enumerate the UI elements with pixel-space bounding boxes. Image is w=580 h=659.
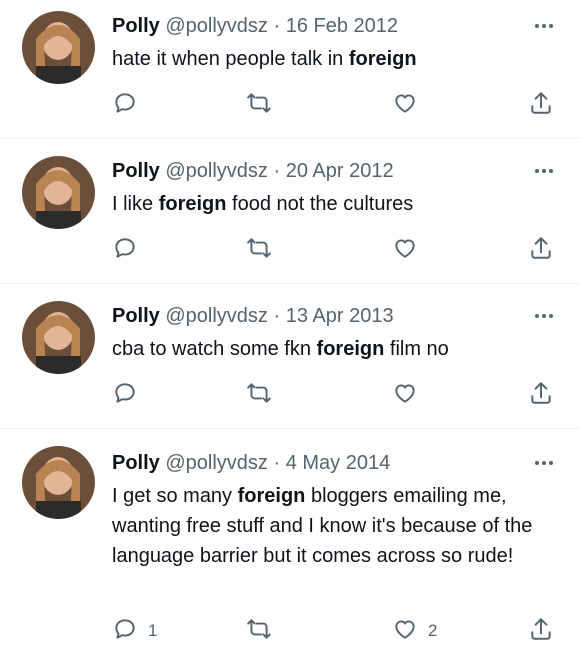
- like-count: 2: [428, 621, 438, 640]
- share-icon: [528, 235, 554, 266]
- tweet-text: I like foreign food not the cultures: [112, 193, 414, 215]
- tweet-actions: [112, 235, 560, 265]
- retweet-button[interactable]: [246, 235, 272, 265]
- tweet-header: Polly @pollyvdsz · 13 Apr 2013: [112, 304, 394, 328]
- reply-button[interactable]: 1: [112, 616, 157, 646]
- avatar[interactable]: [22, 446, 95, 519]
- retweet-icon: [246, 616, 272, 647]
- share-button[interactable]: [528, 90, 554, 120]
- display-name[interactable]: Polly: [112, 305, 160, 327]
- highlighted-word: foreign: [348, 48, 417, 70]
- separator: ·: [273, 160, 281, 182]
- share-button[interactable]: [528, 235, 554, 265]
- reply-icon: [112, 90, 138, 121]
- tweet[interactable]: Polly @pollyvdsz · 13 Apr 2013 cba to wa…: [0, 286, 580, 429]
- tweet-header: Polly @pollyvdsz · 20 Apr 2012: [112, 159, 394, 183]
- avatar[interactable]: [22, 156, 95, 229]
- like-icon: [392, 616, 418, 647]
- like-button[interactable]: [392, 235, 428, 265]
- tweet-header: Polly @pollyvdsz · 4 May 2014: [112, 451, 390, 475]
- tweet-header: Polly @pollyvdsz · 16 Feb 2012: [112, 14, 398, 38]
- like-button[interactable]: [392, 90, 428, 120]
- tweet-actions: 1 2: [112, 616, 560, 646]
- tweet-feed: Polly @pollyvdsz · 16 Feb 2012 hate it w…: [0, 0, 580, 659]
- tweet[interactable]: Polly @pollyvdsz · 4 May 2014 I get so m…: [0, 431, 580, 659]
- like-icon: [392, 90, 418, 121]
- like-button[interactable]: 2: [392, 616, 437, 646]
- tweet[interactable]: Polly @pollyvdsz · 20 Apr 2012 I like fo…: [0, 141, 580, 284]
- avatar[interactable]: [22, 11, 95, 84]
- tweet-date[interactable]: 16 Feb 2012: [286, 15, 398, 37]
- like-icon: [392, 380, 418, 411]
- display-name[interactable]: Polly: [112, 452, 160, 474]
- tweet-date[interactable]: 13 Apr 2013: [286, 305, 394, 327]
- retweet-button[interactable]: [246, 616, 272, 646]
- retweet-icon: [246, 90, 272, 121]
- handle[interactable]: @pollyvdsz: [165, 452, 268, 474]
- handle[interactable]: @pollyvdsz: [165, 305, 268, 327]
- highlighted-word: foreign: [237, 485, 306, 507]
- share-button[interactable]: [528, 616, 554, 646]
- share-icon: [528, 380, 554, 411]
- separator: ·: [273, 15, 281, 37]
- tweet-text: cba to watch some fkn foreign film no: [112, 338, 449, 360]
- tweet-actions: [112, 90, 560, 120]
- retweet-icon: [246, 380, 272, 411]
- more-icon[interactable]: [532, 306, 556, 326]
- share-icon: [528, 616, 554, 647]
- separator: ·: [273, 305, 281, 327]
- display-name[interactable]: Polly: [112, 15, 160, 37]
- reply-button[interactable]: [112, 380, 148, 410]
- reply-icon: [112, 380, 138, 411]
- like-icon: [392, 235, 418, 266]
- retweet-button[interactable]: [246, 90, 272, 120]
- handle[interactable]: @pollyvdsz: [165, 15, 268, 37]
- highlighted-word: foreign: [316, 338, 385, 360]
- reply-button[interactable]: [112, 90, 148, 120]
- like-button[interactable]: [392, 380, 428, 410]
- tweet-text: I get so many foreign bloggers emailing …: [112, 485, 533, 567]
- retweet-button[interactable]: [246, 380, 272, 410]
- display-name[interactable]: Polly: [112, 160, 160, 182]
- share-icon: [528, 90, 554, 121]
- avatar[interactable]: [22, 301, 95, 374]
- tweet-text: hate it when people talk in foreign: [112, 48, 417, 70]
- share-button[interactable]: [528, 380, 554, 410]
- tweet-date[interactable]: 4 May 2014: [286, 452, 391, 474]
- separator: ·: [273, 452, 281, 474]
- more-icon[interactable]: [532, 16, 556, 36]
- handle[interactable]: @pollyvdsz: [165, 160, 268, 182]
- reply-icon: [112, 235, 138, 266]
- tweet[interactable]: Polly @pollyvdsz · 16 Feb 2012 hate it w…: [0, 0, 580, 139]
- more-icon[interactable]: [532, 161, 556, 181]
- tweet-actions: [112, 380, 560, 410]
- retweet-icon: [246, 235, 272, 266]
- reply-count: 1: [148, 621, 158, 640]
- tweet-date[interactable]: 20 Apr 2012: [286, 160, 394, 182]
- highlighted-word: foreign: [158, 193, 227, 215]
- reply-button[interactable]: [112, 235, 148, 265]
- reply-icon: [112, 616, 138, 647]
- more-icon[interactable]: [532, 453, 556, 473]
